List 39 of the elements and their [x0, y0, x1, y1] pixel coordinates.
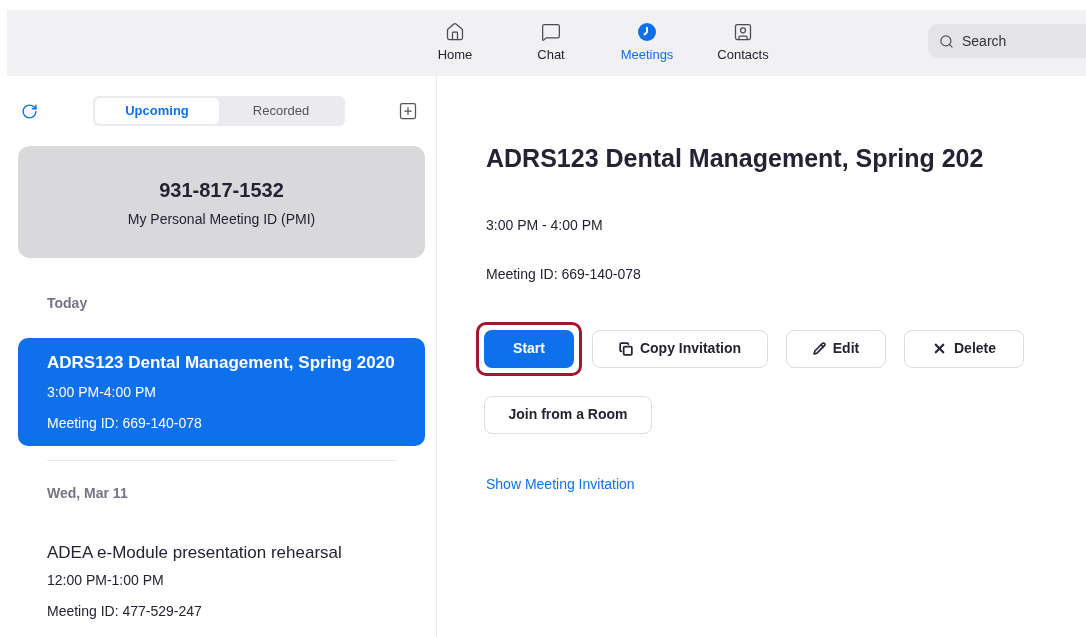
pmi-card[interactable]: 931-817-1532 My Personal Meeting ID (PMI)	[18, 146, 425, 258]
copy-icon	[618, 341, 633, 356]
search-icon	[939, 34, 954, 49]
clock-icon	[637, 21, 657, 42]
pmi-label: My Personal Meeting ID (PMI)	[127, 209, 316, 229]
nav-tab[interactable]: Meetings	[599, 21, 695, 65]
join-room-button[interactable]: Join from a Room	[484, 395, 652, 434]
meeting-title: ADRS123 Dental Management, Spring 2020	[47, 352, 396, 374]
meeting-title: ADEA e-Module presentation rehearsal	[47, 542, 343, 564]
meeting-time: 3:00 PM-4:00 PM	[47, 383, 157, 402]
add-icon[interactable]	[398, 101, 418, 121]
meeting-id: Meeting ID: 669-140-078	[486, 264, 642, 284]
nav-tab[interactable]: Contacts	[695, 21, 791, 65]
meeting-id: Meeting ID: 669-140-078	[47, 414, 203, 433]
segment-tab[interactable]: Upcoming	[95, 98, 219, 124]
close-icon	[932, 341, 947, 356]
contact-icon	[733, 21, 753, 42]
nav-tab[interactable]: Home	[407, 21, 503, 65]
segment-tab[interactable]: Recorded	[219, 98, 343, 124]
meeting-id: Meeting ID: 477-529-247	[47, 602, 203, 621]
date-heading: Wed, Mar 11	[47, 484, 129, 503]
meeting-time: 3:00 PM - 4:00 PM	[486, 215, 604, 235]
delete-button[interactable]: Delete	[904, 329, 1024, 368]
search-field[interactable]: Search	[928, 24, 1086, 58]
refresh-icon[interactable]	[21, 102, 38, 120]
meeting-item[interactable]: ADEA e-Module presentation rehearsal 12:00 PM-1:00 PM Meeting ID: 477-529-247	[47, 542, 396, 622]
edit-button[interactable]: Edit	[786, 329, 886, 368]
date-heading: Today	[46, 294, 89, 313]
meeting-time: 12:00 PM-1:00 PM	[47, 571, 165, 590]
copy-button[interactable]: Copy Invitation	[592, 329, 768, 368]
chat-icon	[541, 21, 561, 42]
nav-tab[interactable]: Chat	[503, 21, 599, 65]
meeting-item[interactable]: ADRS123 Dental Management, Spring 2020 3:00 PM-4:00 PM Meeting ID: 669-140-078	[18, 338, 425, 446]
home-icon	[445, 21, 465, 42]
pencil-icon	[812, 342, 826, 355]
show-invitation-link[interactable]: Show Meeting Invitation	[486, 473, 635, 495]
meeting-heading: ADRS123 Dental Management, Spring 202	[486, 143, 985, 174]
start-button[interactable]: Start	[484, 329, 574, 368]
pmi-number: 931-817-1532	[159, 177, 284, 203]
